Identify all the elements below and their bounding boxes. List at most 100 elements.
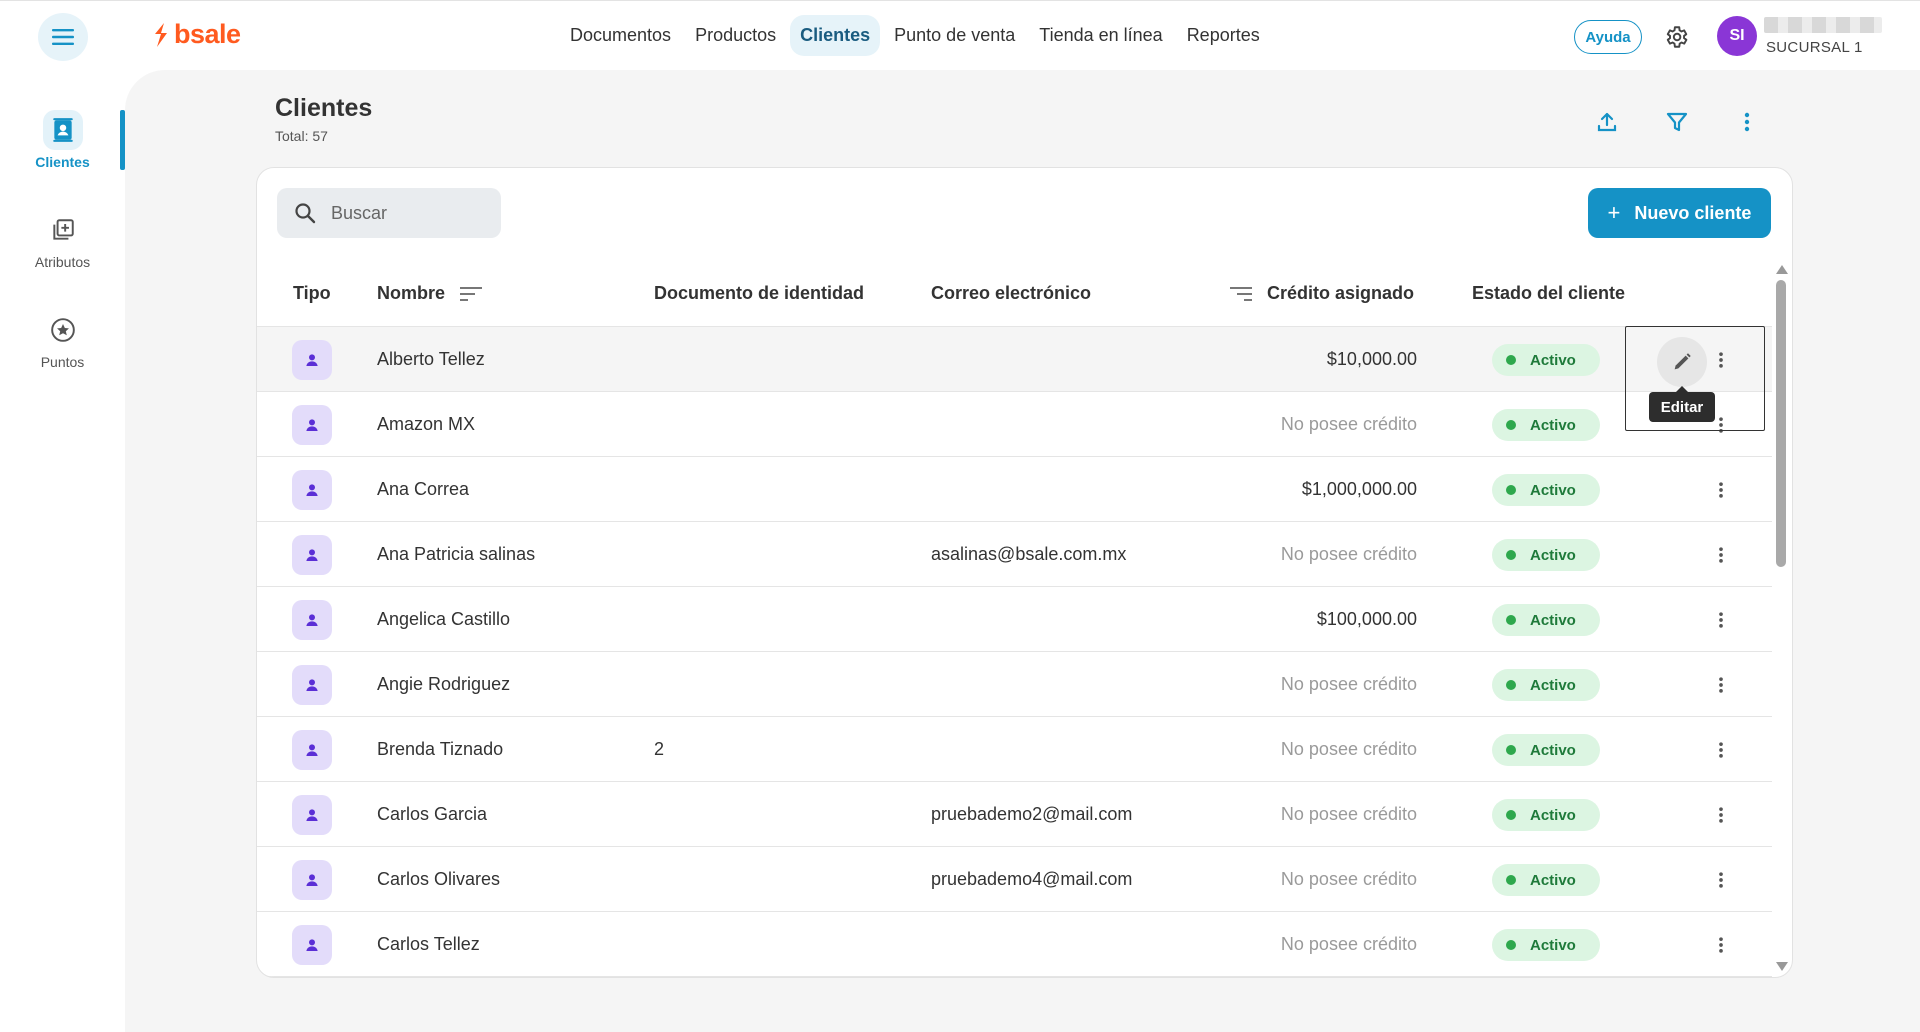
brand-logo[interactable]: bsale xyxy=(152,19,241,50)
status-badge: Activo xyxy=(1492,929,1600,961)
sort-icon[interactable] xyxy=(1229,285,1253,303)
scroll-down-arrow-icon[interactable] xyxy=(1776,962,1788,971)
more-vertical-icon xyxy=(1719,612,1723,628)
status-badge: Activo xyxy=(1492,799,1600,831)
menu-icon xyxy=(52,29,74,45)
status-dot-icon xyxy=(1506,940,1516,950)
status-dot-icon xyxy=(1506,875,1516,885)
column-header-label: Documento de identidad xyxy=(654,283,865,303)
client-document: 2 xyxy=(654,739,665,759)
scroll-up-arrow-icon[interactable] xyxy=(1776,265,1788,274)
nav-punto-de-venta[interactable]: Punto de venta xyxy=(884,15,1025,56)
table-row[interactable]: Carlos Garcia pruebademo2@mail.com No po… xyxy=(257,782,1772,847)
sidebar-item-puntos[interactable]: Puntos xyxy=(0,310,125,370)
sidebar-item-label: Clientes xyxy=(35,154,90,170)
row-more-options-button[interactable] xyxy=(1709,867,1733,893)
table-row[interactable]: Alberto Tellez $10,000.00 Activo xyxy=(257,327,1772,392)
table-row[interactable]: Ana Correa $1,000,000.00 Activo xyxy=(257,457,1772,522)
status-badge: Activo xyxy=(1492,604,1600,636)
client-name[interactable]: Carlos Garcia xyxy=(377,804,487,825)
filter-button[interactable] xyxy=(1661,106,1693,138)
column-header-label: Tipo xyxy=(293,283,331,303)
client-email: asalinas@bsale.com.mx xyxy=(931,544,1127,564)
plus-icon: + xyxy=(1607,200,1621,225)
table-row[interactable]: Brenda Tiznado 2 No posee crédito Activo xyxy=(257,717,1772,782)
more-vertical-icon xyxy=(1719,547,1723,563)
table-row[interactable]: Angie Rodriguez No posee crédito Activo xyxy=(257,652,1772,717)
status-dot-icon xyxy=(1506,680,1516,690)
status-dot-icon xyxy=(1506,615,1516,625)
status-dot-icon xyxy=(1506,420,1516,430)
edit-button[interactable] xyxy=(1657,337,1707,387)
row-more-options-button[interactable] xyxy=(1709,607,1733,633)
row-more-options-button[interactable] xyxy=(1709,932,1733,958)
more-vertical-icon xyxy=(1719,482,1723,498)
more-vertical-icon xyxy=(1744,112,1750,132)
sidebar-item-clientes[interactable]: Clientes xyxy=(0,110,125,170)
client-name[interactable]: Alberto Tellez xyxy=(377,349,485,370)
status-label: Activo xyxy=(1530,806,1576,824)
client-name[interactable]: Brenda Tiznado xyxy=(377,739,503,760)
client-credit: $100,000.00 xyxy=(1316,609,1417,629)
column-header-correo: Correo electrónico xyxy=(931,283,1091,304)
main-content: Clientes Total: 57 + Nuevo cliente Tipo … xyxy=(125,70,1920,1032)
client-email: pruebademo2@mail.com xyxy=(931,804,1133,824)
filter-icon xyxy=(1666,112,1688,132)
client-name[interactable]: Carlos Tellez xyxy=(377,934,480,955)
edit-tooltip: Editar xyxy=(1649,386,1715,422)
column-header-credito[interactable]: Crédito asignado xyxy=(1229,283,1414,304)
export-button[interactable] xyxy=(1591,106,1623,138)
nav-reportes[interactable]: Reportes xyxy=(1177,15,1270,56)
nav-productos[interactable]: Productos xyxy=(685,15,786,56)
settings-button[interactable] xyxy=(1660,21,1692,53)
status-badge: Activo xyxy=(1492,409,1600,441)
person-icon xyxy=(292,470,332,510)
search-input[interactable] xyxy=(331,202,481,224)
status-label: Activo xyxy=(1530,351,1576,369)
table-row[interactable]: Carlos Olivares pruebademo4@mail.com No … xyxy=(257,847,1772,912)
row-more-options-button[interactable] xyxy=(1709,672,1733,698)
table-row[interactable]: Ana Patricia salinas asalinas@bsale.com.… xyxy=(257,522,1772,587)
table-body: Alberto Tellez $10,000.00 Activo Amazon … xyxy=(257,327,1772,977)
client-name[interactable]: Ana Correa xyxy=(377,479,469,500)
new-client-button[interactable]: + Nuevo cliente xyxy=(1588,188,1771,238)
sidebar-item-atributos[interactable]: Atributos xyxy=(0,210,125,270)
client-name[interactable]: Angelica Castillo xyxy=(377,609,510,630)
row-more-options-button[interactable] xyxy=(1709,802,1733,828)
pencil-icon xyxy=(1674,353,1691,370)
sort-icon[interactable] xyxy=(459,285,483,303)
column-header-documento: Documento de identidad xyxy=(654,283,864,304)
column-header-nombre[interactable]: Nombre xyxy=(377,283,483,304)
search-box[interactable] xyxy=(277,188,501,238)
scrollbar-thumb[interactable] xyxy=(1776,280,1786,567)
brand-name: bsale xyxy=(174,19,241,49)
top-bar: bsale Documentos Productos Clientes Punt… xyxy=(0,0,1920,70)
status-dot-icon xyxy=(1506,355,1516,365)
client-name[interactable]: Amazon MX xyxy=(377,414,475,435)
client-name[interactable]: Carlos Olivares xyxy=(377,869,500,890)
gear-icon xyxy=(1666,26,1688,48)
person-icon xyxy=(292,860,332,900)
column-header-label: Crédito asignado xyxy=(1267,283,1415,303)
row-more-options-button[interactable] xyxy=(1709,477,1733,503)
more-options-button[interactable] xyxy=(1731,106,1763,138)
help-button[interactable]: Ayuda xyxy=(1574,20,1642,54)
client-credit: No posee crédito xyxy=(1280,934,1417,954)
status-dot-icon xyxy=(1506,810,1516,820)
table-row[interactable]: Carlos Tellez No posee crédito Activo xyxy=(257,912,1772,977)
hamburger-menu-button[interactable] xyxy=(38,13,88,61)
nav-documentos[interactable]: Documentos xyxy=(560,15,681,56)
table-row[interactable]: Amazon MX No posee crédito Activo xyxy=(257,392,1772,457)
table-row[interactable]: Angelica Castillo $100,000.00 Activo xyxy=(257,587,1772,652)
user-avatar[interactable]: SI xyxy=(1717,16,1757,56)
client-name[interactable]: Ana Patricia salinas xyxy=(377,544,535,565)
client-name[interactable]: Angie Rodriguez xyxy=(377,674,510,695)
client-credit: $10,000.00 xyxy=(1326,349,1417,369)
row-more-options-button[interactable] xyxy=(1709,737,1733,763)
nav-tienda-en-linea[interactable]: Tienda en línea xyxy=(1029,15,1172,56)
row-more-options-button[interactable] xyxy=(1709,542,1733,568)
client-credit: No posee crédito xyxy=(1280,739,1417,759)
more-vertical-icon xyxy=(1719,742,1723,758)
status-badge: Activo xyxy=(1492,474,1600,506)
nav-clientes[interactable]: Clientes xyxy=(790,15,881,56)
